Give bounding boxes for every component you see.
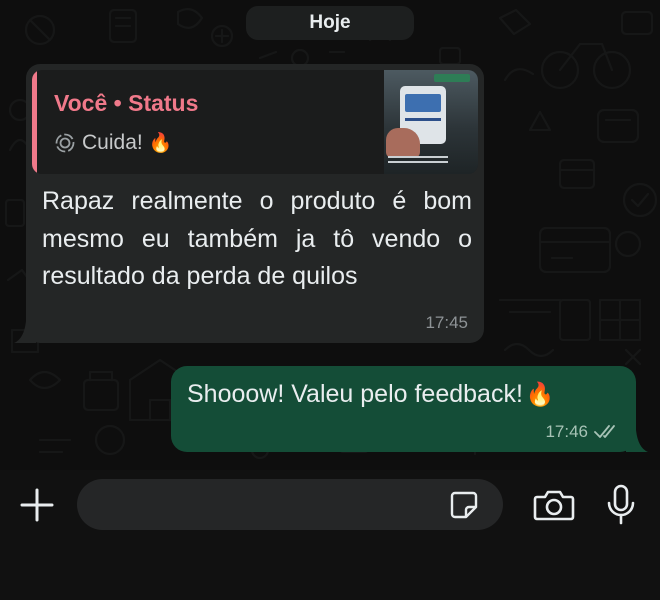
- date-label: Hoje: [309, 12, 351, 33]
- incoming-message-text: Rapaz realmente o produto é bom mesmo eu…: [42, 187, 472, 290]
- outgoing-message-text: Shooow! Valeu pelo feedback!: [187, 380, 523, 408]
- outgoing-message-meta: 17:46: [545, 422, 620, 442]
- date-separator: Hoje: [246, 6, 414, 40]
- camera-button[interactable]: [531, 484, 577, 526]
- outgoing-message-row: Shooow! Valeu pelo feedback! 🔥: [187, 377, 555, 411]
- message-input-bar: [0, 470, 660, 600]
- microphone-icon: [607, 484, 635, 525]
- fire-emoji: 🔥: [525, 380, 555, 407]
- camera-icon: [533, 490, 575, 521]
- fire-emoji: 🔥: [148, 132, 173, 154]
- sticker-button[interactable]: [447, 488, 481, 522]
- incoming-message-bubble[interactable]: Você • Status Cuida! 🔥 Rapaz realmente o…: [14, 64, 484, 343]
- quote-text: Cuida!: [82, 131, 143, 154]
- incoming-bubble-tail: [14, 321, 36, 343]
- outgoing-message-bubble[interactable]: Shooow! Valeu pelo feedback! 🔥 17:46: [171, 366, 648, 452]
- outgoing-bubble-tail: [626, 430, 648, 452]
- quote-text-row: Cuida! 🔥: [54, 130, 172, 156]
- plus-icon: [20, 488, 54, 522]
- chat-area: Hoje Você • Status Cuida! 🔥 Rapaz realme…: [0, 0, 660, 470]
- sticker-icon: [450, 491, 478, 519]
- quoted-status-reply[interactable]: Você • Status Cuida! 🔥: [32, 70, 478, 174]
- status-thumbnail: [384, 70, 478, 174]
- quote-accent-bar: [32, 70, 37, 174]
- attach-button[interactable]: [16, 484, 58, 526]
- quote-author: Você • Status: [54, 90, 199, 116]
- outgoing-message-time: 17:46: [545, 422, 588, 441]
- microphone-button[interactable]: [600, 482, 642, 528]
- double-check-icon: [594, 425, 615, 438]
- incoming-message-time: 17:45: [425, 313, 468, 332]
- message-input[interactable]: [77, 479, 503, 530]
- status-ring-icon: [55, 133, 75, 153]
